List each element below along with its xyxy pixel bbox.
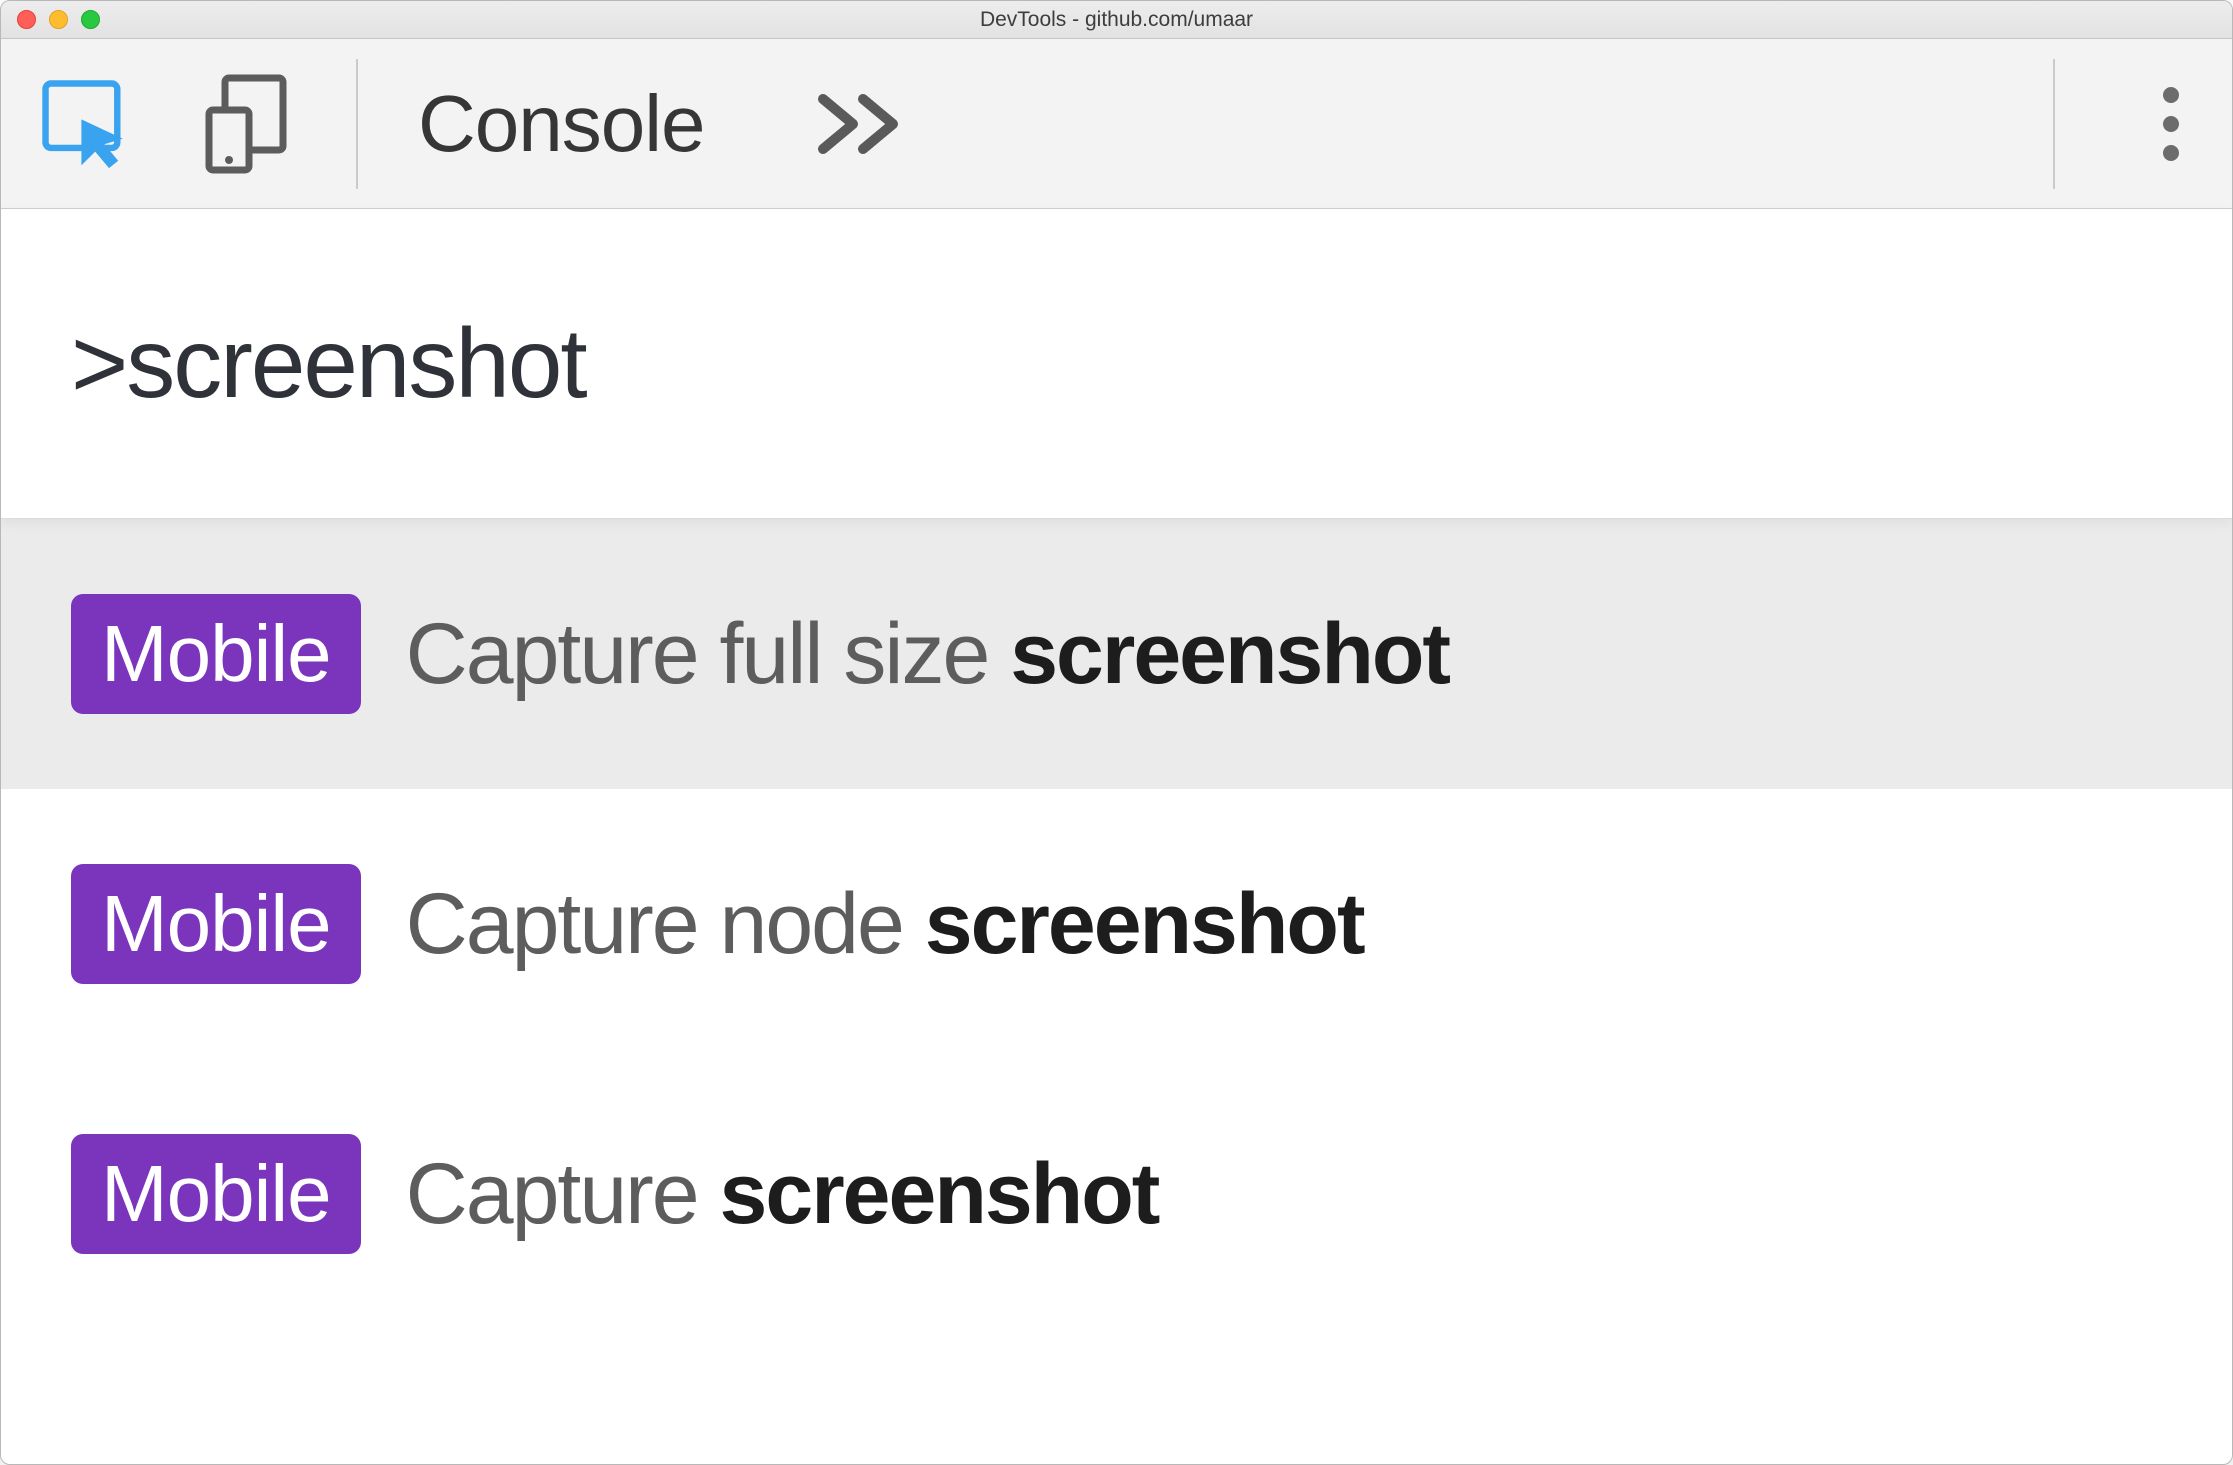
devtools-window: DevTools - github.com/umaar Console [0,0,2233,1465]
command-result-item[interactable]: Mobile Capture node screenshot [1,789,2232,1059]
result-label: Capture screenshot [406,1145,1159,1244]
category-badge: Mobile [71,1134,361,1254]
result-label: Capture node screenshot [406,875,1364,974]
toolbar-left [36,74,296,174]
minimize-button[interactable] [49,10,68,29]
close-button[interactable] [17,10,36,29]
result-label: Capture full size screenshot [406,605,1449,704]
more-tabs-icon[interactable] [815,89,905,159]
command-result-item[interactable]: Mobile Capture screenshot [1,1059,2232,1329]
command-result-item[interactable]: Mobile Capture full size screenshot [1,519,2232,789]
window-title: DevTools - github.com/umaar [980,8,1253,32]
more-options-icon[interactable] [2145,77,2197,171]
toolbar-right [1993,59,2197,189]
toolbar-divider [356,59,358,189]
command-results: Mobile Capture full size screenshot Mobi… [1,519,2232,1329]
window-titlebar: DevTools - github.com/umaar [1,1,2232,39]
maximize-button[interactable] [81,10,100,29]
category-badge: Mobile [71,594,361,714]
devtools-toolbar: Console [1,39,2232,209]
command-menu-input[interactable]: >screenshot [1,209,2232,519]
toolbar-divider-right [2053,59,2055,189]
device-toolbar-icon[interactable] [196,74,296,174]
inspect-element-icon[interactable] [36,74,136,174]
category-badge: Mobile [71,864,361,984]
tab-console[interactable]: Console [418,78,705,170]
command-input-text: >screenshot [71,307,586,420]
traffic-lights [1,10,100,29]
